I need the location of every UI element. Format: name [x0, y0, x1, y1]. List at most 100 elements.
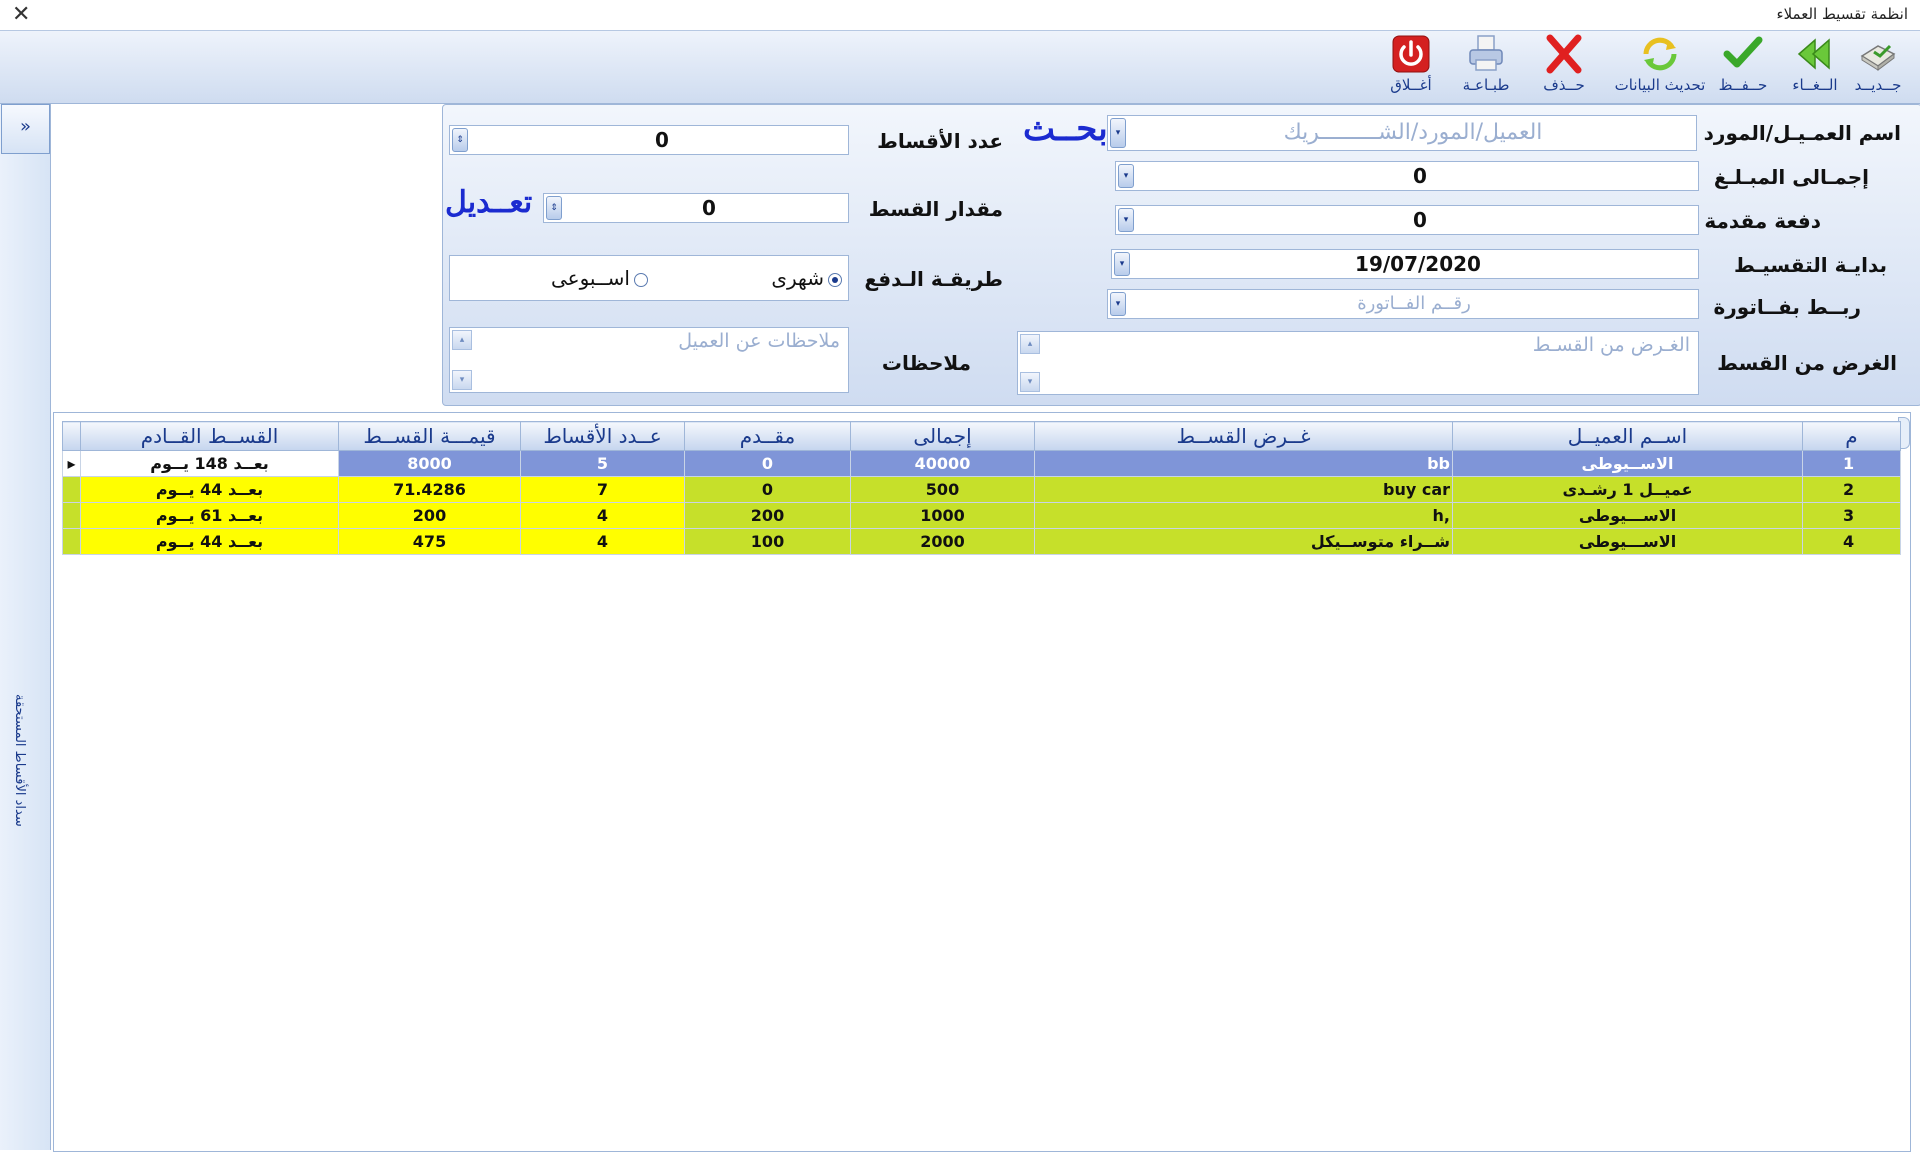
radio-selected-icon	[828, 272, 842, 287]
cell-next: بعــد 61 يــوم	[80, 502, 339, 529]
payment-weekly-text: اســبوعى	[550, 266, 630, 290]
invoice-select[interactable]: ▾ رقــم الفــاتورة	[1107, 289, 1699, 319]
cell-purpose: h,	[1034, 502, 1453, 529]
cell-num: 2	[1802, 476, 1901, 503]
scroll-down-icon[interactable]: ▾	[452, 370, 472, 390]
print-button[interactable]: طبـاعـة	[1446, 34, 1526, 100]
customer-select[interactable]: ▾ العميل/المورد/الشـــــــــريك	[1107, 115, 1697, 151]
window-title: انظمة تقسيط العملاء	[1776, 5, 1908, 23]
payment-monthly-radio[interactable]: شهرى	[771, 266, 842, 290]
total-amount-value: 0	[1413, 164, 1427, 188]
cell-next: بعــد 148 يــوم	[80, 450, 339, 477]
payment-monthly-text: شهرى	[771, 266, 824, 290]
row-indicator	[62, 502, 81, 529]
down-payment-value: 0	[1413, 208, 1427, 232]
col-purpose[interactable]: غــرض القســط	[1034, 421, 1453, 451]
installment-amount-value: 0	[702, 196, 716, 220]
cell-value: 71.4286	[338, 476, 521, 503]
double-back-arrow-icon	[1797, 38, 1830, 70]
spin-icon[interactable]: ⇕	[452, 128, 468, 152]
cell-num: 1	[1802, 450, 1901, 477]
calendar-dropdown-icon[interactable]: ▾	[1114, 252, 1130, 276]
table-header-row: القســط القــادم قيمـــة القســط عــدد ا…	[62, 421, 1901, 451]
customer-placeholder: العميل/المورد/الشـــــــــريك	[1283, 120, 1543, 145]
cell-total: 500	[850, 476, 1035, 503]
edit-link[interactable]: تعــديل	[445, 185, 532, 220]
delete-button[interactable]: حــذف	[1524, 34, 1604, 100]
cell-next: بعــد 44 يــوم	[80, 528, 339, 555]
search-link[interactable]: بحــث	[1023, 109, 1108, 149]
cell-value: 200	[338, 502, 521, 529]
table-row[interactable]: بعــد 61 يــوم 200 4 200 1000 h, الاســـ…	[62, 502, 1901, 529]
cell-count: 4	[520, 502, 685, 529]
installments-table: القســط القــادم قيمـــة القســط عــدد ا…	[62, 421, 1901, 555]
due-installments-tab[interactable]: سداد الأقساط المستحقة	[12, 694, 27, 827]
installment-form: اسم العمـيـل/المورد ▾ العميل/المورد/الشـ…	[442, 104, 1920, 406]
start-date-value: 19/07/2020	[1355, 252, 1481, 276]
refresh-button[interactable]: تحديث البيانات	[1612, 34, 1708, 100]
total-amount-input[interactable]: ▾ 0	[1115, 161, 1699, 191]
installments-count-label: عدد الأقساط	[877, 129, 1003, 153]
cancel-button[interactable]: الــغــاء	[1775, 34, 1855, 100]
toolbar: جــديــد الــغــاء حــفــظ تحديث البيانا…	[0, 30, 1920, 104]
cell-customer: الاســـيوطى	[1452, 528, 1803, 555]
cell-customer: الاســـيوطى	[1452, 502, 1803, 529]
expand-panel-button[interactable]: »	[1, 104, 50, 154]
refresh-label: تحديث البيانات	[1614, 76, 1706, 94]
col-down-payment[interactable]: مقــدم	[684, 421, 851, 451]
cell-num: 3	[1802, 502, 1901, 529]
spin-icon[interactable]: ⇕	[546, 196, 562, 220]
cell-down: 0	[684, 450, 851, 477]
purpose-label: الغرض من القسط	[1717, 351, 1897, 375]
delete-x-icon	[1546, 34, 1582, 74]
table-row[interactable]: بعــد 44 يــوم 475 4 100 2000 شــراء متو…	[62, 528, 1901, 555]
row-indicator	[62, 476, 81, 503]
refresh-icon	[1643, 37, 1677, 71]
cell-value: 475	[338, 528, 521, 555]
col-next-installment[interactable]: القســط القــادم	[80, 421, 339, 451]
down-payment-input[interactable]: ▾ 0	[1115, 205, 1699, 235]
close-icon[interactable]: ✕	[12, 2, 30, 27]
save-label: حــفــظ	[1718, 76, 1768, 94]
purpose-textarea[interactable]: ▴ ▾ الغـرض من القسـط	[1017, 331, 1699, 395]
cell-count: 5	[520, 450, 685, 477]
chevron-down-icon[interactable]: ▾	[1118, 164, 1134, 188]
col-installments-count[interactable]: عــدد الأقساط	[520, 421, 685, 451]
invoice-placeholder: رقــم الفــاتورة	[1357, 293, 1471, 314]
col-number[interactable]: م	[1802, 421, 1901, 451]
scroll-up-icon[interactable]: ▴	[452, 330, 472, 350]
chevron-down-icon[interactable]: ▾	[1110, 118, 1126, 148]
checkmark-icon	[1723, 36, 1763, 68]
table-row[interactable]: بعــد 44 يــوم 71.4286 7 0 500 buy car ع…	[62, 476, 1901, 503]
table-row[interactable]: ▸ بعــد 148 يــوم 8000 5 0 40000 bb الاس…	[62, 450, 1901, 477]
start-date-label: بدايـة التقسيـط	[1733, 253, 1887, 277]
start-date-picker[interactable]: ▾ 19/07/2020	[1111, 249, 1699, 279]
purpose-placeholder: الغـرض من القسـط	[1532, 334, 1690, 356]
chevron-down-icon[interactable]: ▾	[1110, 292, 1126, 316]
cell-total: 40000	[850, 450, 1035, 477]
close-button[interactable]: أغــلاق	[1371, 34, 1451, 100]
cell-purpose: buy car	[1034, 476, 1453, 503]
payment-method-label: طريقـة الـدفع	[864, 267, 1003, 291]
col-installment-value[interactable]: قيمـــة القســط	[338, 421, 521, 451]
new-document-icon	[1860, 44, 1896, 71]
notes-textarea[interactable]: ▴ ▾ ملاحظات عن العميل	[449, 327, 849, 393]
installment-amount-input[interactable]: ⇕ 0	[543, 193, 849, 223]
total-amount-label: إجمـالى المبـلـغ	[1713, 165, 1869, 189]
cell-customer: الاســيوطى	[1452, 450, 1803, 477]
title-bar: ✕ انظمة تقسيط العملاء	[0, 0, 1920, 30]
installment-amount-label: مقدار القسط	[868, 197, 1003, 221]
scroll-down-icon[interactable]: ▾	[1020, 372, 1040, 392]
payment-weekly-radio[interactable]: اســبوعى	[551, 266, 648, 290]
notes-label: ملاحظات	[881, 351, 971, 375]
save-button[interactable]: حــفــظ	[1703, 34, 1783, 100]
installments-count-input[interactable]: ⇕ 0	[449, 125, 849, 155]
col-total[interactable]: إجمالى	[850, 421, 1035, 451]
row-indicator	[62, 528, 81, 555]
installments-grid: القســط القــادم قيمـــة القســط عــدد ا…	[53, 412, 1911, 1152]
radio-empty-icon	[634, 272, 648, 287]
scroll-up-icon[interactable]: ▴	[1020, 334, 1040, 354]
col-customer[interactable]: اســم العميــل	[1452, 421, 1803, 451]
customer-label: اسم العمـيـل/المورد	[1703, 121, 1901, 145]
chevron-down-icon[interactable]: ▾	[1118, 208, 1134, 232]
